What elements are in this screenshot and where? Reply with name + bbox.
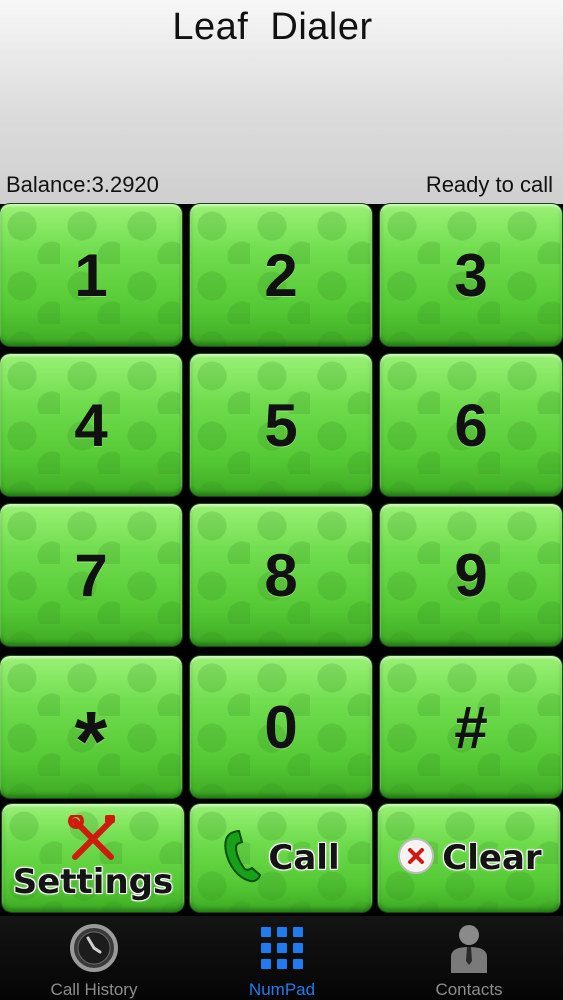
key-2-label: 2 xyxy=(264,241,298,309)
key-7-label: 7 xyxy=(74,541,108,609)
key-5-label: 5 xyxy=(264,391,298,459)
settings-label: Settings xyxy=(12,861,174,902)
key-star[interactable]: * xyxy=(0,656,182,798)
key-0[interactable]: 0 xyxy=(190,656,372,798)
call-label: Call xyxy=(268,838,340,878)
key-4-label: 4 xyxy=(74,391,108,459)
balance-text: Balance:3.2920 xyxy=(6,172,159,197)
key-star-label: * xyxy=(74,694,108,788)
key-hash-label: # xyxy=(454,693,488,761)
call-button[interactable]: Call xyxy=(190,804,372,912)
numpad: 1 2 3 4 5 6 7 8 9 * 0 # Settings Call Cl… xyxy=(0,204,563,916)
key-3-label: 3 xyxy=(454,241,488,309)
key-6-label: 6 xyxy=(454,391,488,459)
key-8-label: 8 xyxy=(264,541,298,609)
app-title: Leaf Dialer xyxy=(172,6,373,48)
key-hash[interactable]: # xyxy=(380,656,562,798)
clear-x-icon xyxy=(396,836,436,881)
grid-icon xyxy=(260,922,304,974)
key-4[interactable]: 4 xyxy=(0,354,182,496)
key-2[interactable]: 2 xyxy=(190,204,372,346)
key-9[interactable]: 9 xyxy=(380,504,562,646)
wrench-screwdriver-icon xyxy=(67,812,119,868)
clock-icon xyxy=(68,922,120,974)
key-1[interactable]: 1 xyxy=(0,204,182,346)
header: Leaf Dialer Balance:3.2920 Ready to call xyxy=(0,0,563,204)
tab-call-history[interactable]: Call History xyxy=(0,916,188,1000)
tab-numpad[interactable]: NumPad xyxy=(188,916,376,1000)
tab-contacts-label: Contacts xyxy=(435,980,503,999)
key-5[interactable]: 5 xyxy=(190,354,372,496)
phone-handset-icon xyxy=(222,828,262,889)
key-8[interactable]: 8 xyxy=(190,504,372,646)
key-1-label: 1 xyxy=(74,241,108,309)
tab-call-history-label: Call History xyxy=(50,980,138,999)
person-icon xyxy=(449,922,489,974)
key-0-label: 0 xyxy=(264,693,298,761)
settings-button[interactable]: Settings xyxy=(2,804,184,912)
tab-bar: Call History NumPad Contacts xyxy=(0,916,563,1000)
key-6[interactable]: 6 xyxy=(380,354,562,496)
tab-numpad-label: NumPad xyxy=(248,980,316,999)
key-3[interactable]: 3 xyxy=(380,204,562,346)
key-7[interactable]: 7 xyxy=(0,504,182,646)
key-9-label: 9 xyxy=(454,541,488,609)
status-text: Ready to call xyxy=(425,172,553,197)
clear-button[interactable]: Clear xyxy=(378,804,560,912)
tab-contacts[interactable]: Contacts xyxy=(375,916,563,1000)
clear-label: Clear xyxy=(442,838,542,878)
